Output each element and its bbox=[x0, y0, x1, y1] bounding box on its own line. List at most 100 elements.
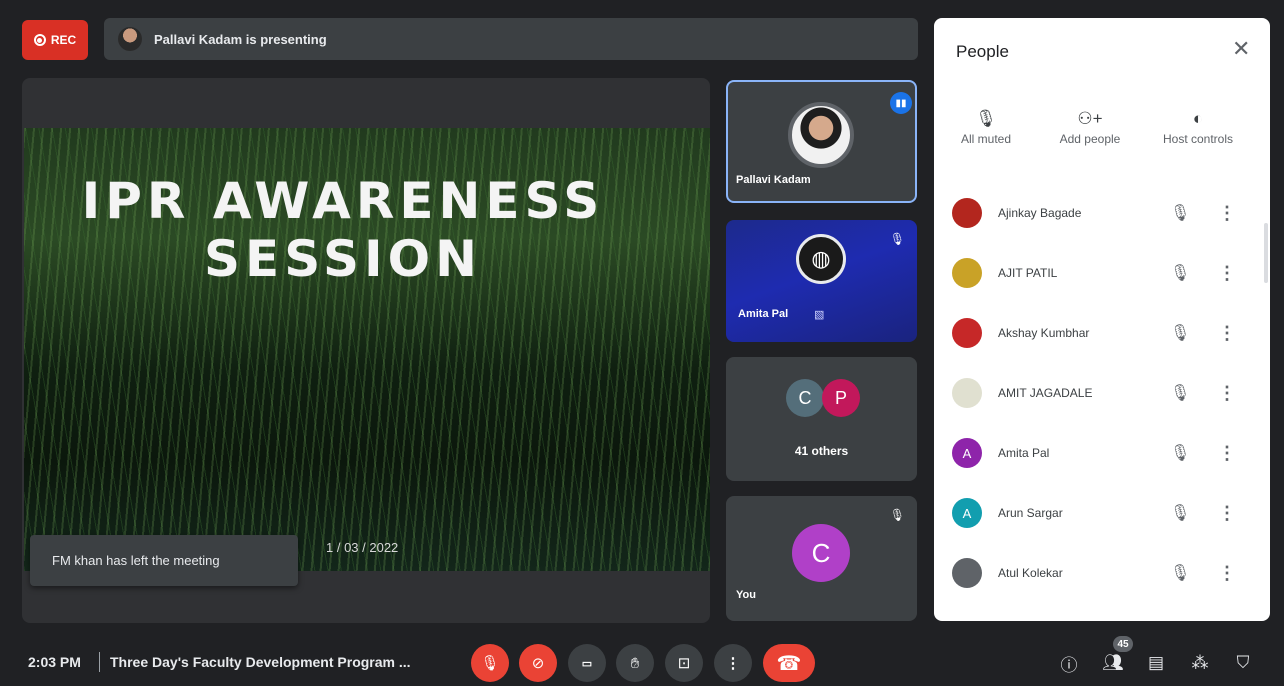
mic-toggle-button[interactable]: 🎙︎ bbox=[471, 644, 509, 682]
more-options-icon[interactable]: ⋮ bbox=[1218, 323, 1236, 344]
person-name: AJIT PATIL bbox=[998, 266, 1058, 280]
avatar bbox=[788, 102, 854, 168]
rec-label: REC bbox=[50, 33, 77, 47]
list-item[interactable]: A Amita Pal 🎙︎ ⋮ bbox=[934, 423, 1254, 483]
more-vert-icon: ⋮ bbox=[725, 655, 741, 672]
more-options-icon[interactable]: ⋮ bbox=[1218, 503, 1236, 524]
end-call-icon: ☎ bbox=[776, 652, 802, 675]
action-label: All muted bbox=[960, 132, 1012, 146]
more-options-icon[interactable]: ⋮ bbox=[1218, 563, 1236, 584]
avatar bbox=[952, 378, 982, 408]
mic-off-icon[interactable]: 🎙︎ bbox=[1170, 383, 1190, 403]
avatar: A bbox=[952, 498, 982, 528]
mic-off-icon[interactable]: 🎙︎ bbox=[1170, 443, 1190, 463]
mic-off-icon[interactable]: 🎙︎ bbox=[1170, 263, 1190, 283]
meeting-details-icon[interactable]: ⓘ bbox=[1056, 650, 1082, 676]
more-options-icon[interactable]: ⋮ bbox=[1218, 203, 1236, 224]
others-tile[interactable]: C P 41 others bbox=[726, 357, 917, 481]
toast-text: FM khan has left the meeting bbox=[52, 553, 220, 568]
close-icon[interactable]: ✕ bbox=[1232, 36, 1250, 62]
leave-call-button[interactable]: ☎ bbox=[763, 644, 815, 682]
raise-hand-button[interactable]: ✋︎ bbox=[616, 644, 654, 682]
mic-off-icon[interactable]: 🎙︎ bbox=[1170, 503, 1190, 523]
avatar: A bbox=[952, 438, 982, 468]
person-name: Ajinkay Bagade bbox=[998, 206, 1082, 220]
avatar: C bbox=[786, 379, 824, 417]
all-muted-action[interactable]: 🎙︎ All muted bbox=[936, 106, 1036, 146]
chat-icon[interactable]: ▤ bbox=[1143, 650, 1169, 676]
slide-title-line2: SESSION bbox=[204, 230, 482, 288]
list-item[interactable]: A Arun Sargar 🎙︎ ⋮ bbox=[934, 483, 1254, 543]
mic-off-icon: 🎙︎ bbox=[480, 655, 500, 672]
participant-tile-amita[interactable]: ◍ 🎙︎ Amita Pal ▧ bbox=[726, 220, 917, 342]
mic-off-icon: 🎙︎ bbox=[889, 508, 905, 522]
captions-button[interactable]: ▭ bbox=[568, 644, 606, 682]
more-options-button[interactable]: ⋮ bbox=[714, 644, 752, 682]
host-controls-button[interactable]: ◐ Host controls bbox=[1148, 106, 1248, 146]
present-button[interactable]: ⊡ bbox=[665, 644, 703, 682]
add-people-button[interactable]: ⚇+ Add people bbox=[1040, 106, 1140, 146]
action-label: Add people bbox=[1059, 132, 1121, 146]
participant-count-badge: 45 bbox=[1113, 636, 1133, 652]
avatar bbox=[952, 558, 982, 588]
people-panel: People ✕ 🎙︎ All muted ⚇+ Add people ◐ Ho… bbox=[934, 18, 1270, 621]
list-item[interactable]: Atul Kolekar 🎙︎ ⋮ bbox=[934, 543, 1254, 603]
left-meeting-toast: FM khan has left the meeting bbox=[30, 535, 298, 586]
slide-title: IPR AWARENESS SESSION bbox=[0, 172, 686, 288]
record-icon bbox=[33, 34, 46, 46]
slide-title-line1: IPR AWARENESS bbox=[81, 172, 605, 230]
avatar: P bbox=[822, 379, 860, 417]
more-options-icon[interactable]: ⋮ bbox=[1218, 383, 1236, 404]
presenting-banner: Pallavi Kadam is presenting bbox=[104, 18, 918, 60]
self-tile[interactable]: 🎙︎ C You bbox=[726, 496, 917, 621]
person-name: Amita Pal bbox=[998, 446, 1050, 460]
speaking-indicator-icon: ▮▮ bbox=[890, 92, 912, 114]
meeting-time: 2:03 PM bbox=[28, 654, 81, 670]
more-options-icon[interactable]: ⋮ bbox=[1218, 443, 1236, 464]
scrollbar[interactable] bbox=[1264, 223, 1268, 283]
avatar bbox=[952, 198, 982, 228]
mic-off-icon: 🎙︎ bbox=[975, 109, 997, 128]
host-controls-icon[interactable]: ⛉ bbox=[1230, 650, 1256, 676]
list-item[interactable]: Ajinkay Bagade 🎙︎ ⋮ bbox=[934, 183, 1254, 243]
camera-off-icon: ▧ bbox=[814, 309, 825, 321]
people-icon[interactable]: 👥︎ bbox=[1100, 650, 1126, 676]
obs-logo-avatar: ◍ bbox=[796, 234, 846, 284]
more-options-icon[interactable]: ⋮ bbox=[1218, 263, 1236, 284]
presenter-avatar bbox=[118, 27, 142, 51]
avatar bbox=[952, 318, 982, 348]
tile-name: Amita Pal bbox=[738, 308, 789, 320]
participant-tile-pallavi[interactable]: ▮▮ Pallavi Kadam bbox=[726, 80, 917, 203]
panel-title: People bbox=[956, 42, 1009, 61]
list-item[interactable]: AMIT JAGADALE 🎙︎ ⋮ bbox=[934, 363, 1254, 423]
others-count: 41 others bbox=[794, 444, 849, 458]
present-icon: ⊡ bbox=[677, 655, 691, 672]
recording-badge: REC bbox=[22, 20, 88, 60]
hand-icon: ✋︎ bbox=[630, 654, 640, 672]
list-item[interactable]: AJIT PATIL 🎙︎ ⋮ bbox=[934, 243, 1254, 303]
person-add-icon: ⚇+ bbox=[1077, 109, 1103, 128]
camera-toggle-button[interactable]: ⊘ bbox=[519, 644, 557, 682]
mic-off-icon[interactable]: 🎙︎ bbox=[1170, 563, 1190, 583]
mic-off-icon[interactable]: 🎙︎ bbox=[1170, 323, 1190, 343]
captions-icon: ▭ bbox=[581, 657, 593, 670]
toggle-icon: ◐ bbox=[1192, 109, 1204, 128]
avatar bbox=[952, 258, 982, 288]
activities-icon[interactable]: ⁂ bbox=[1187, 650, 1213, 676]
mic-off-icon: 🎙︎ bbox=[889, 232, 905, 246]
camera-off-icon: ⊘ bbox=[531, 655, 545, 672]
person-name: AMIT JAGADALE bbox=[998, 386, 1093, 400]
divider bbox=[99, 652, 100, 672]
list-item[interactable]: Akshay Kumbhar 🎙︎ ⋮ bbox=[934, 303, 1254, 363]
meeting-title: Three Day's Faculty Development Program … bbox=[110, 654, 411, 670]
action-label: Host controls bbox=[1162, 132, 1234, 146]
mic-off-icon[interactable]: 🎙︎ bbox=[1170, 203, 1190, 223]
person-name: Arun Sargar bbox=[998, 506, 1063, 520]
tile-name: Pallavi Kadam bbox=[736, 174, 811, 186]
person-name: Akshay Kumbhar bbox=[998, 326, 1090, 340]
slide-date: 1 / 03 / 2022 bbox=[326, 540, 399, 555]
avatar: C bbox=[792, 524, 850, 582]
person-name: Atul Kolekar bbox=[998, 566, 1063, 580]
presenting-text: Pallavi Kadam is presenting bbox=[154, 31, 327, 47]
tile-name: You bbox=[736, 589, 756, 601]
